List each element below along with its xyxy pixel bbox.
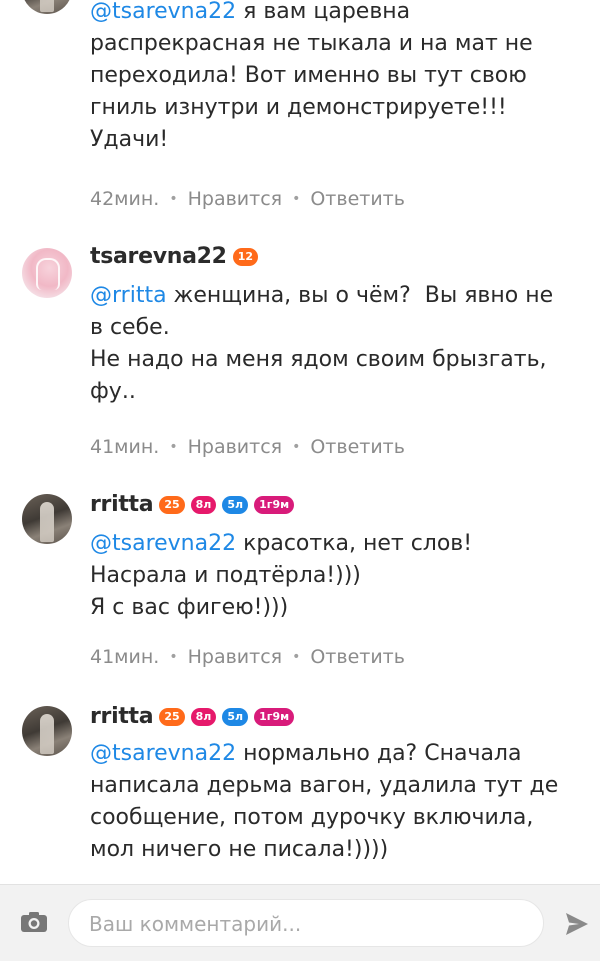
reply-button[interactable]: Ответить [310, 646, 405, 668]
badge: 5л [222, 707, 249, 726]
send-icon[interactable] [564, 911, 590, 937]
separator-dot: • [292, 649, 301, 665]
like-button[interactable]: Нравится [188, 188, 282, 210]
level-badge: 12 [232, 247, 259, 266]
comment-meta: 41мин. • Нравится • Ответить [90, 646, 405, 668]
separator-dot: • [169, 649, 178, 665]
comment-meta: 42мин. • Нравится • Ответить [90, 188, 405, 210]
camera-icon[interactable] [20, 911, 48, 933]
comment-text: @tsarevna22 нормально да? Сначала написа… [90, 738, 590, 866]
badge: 1г9м [254, 495, 295, 514]
comment-text: @tsarevna22 красотка, нет слов! Насрала … [90, 528, 590, 624]
comment-header: rritta 25 8л 5л 1г9м [90, 492, 295, 517]
mention-link[interactable]: @rritta [90, 283, 167, 308]
level-badge: 25 [159, 707, 185, 726]
comment-header: tsarevna22 12 [90, 244, 259, 269]
avatar[interactable] [22, 248, 72, 298]
separator-dot: • [292, 191, 301, 207]
separator-dot: • [292, 439, 301, 455]
comment-composer [0, 884, 600, 961]
mention-link[interactable]: @tsarevna22 [90, 0, 236, 24]
avatar[interactable] [22, 0, 72, 14]
comment-text: @tsarevna22 я вам царевна распрекрасная … [90, 0, 590, 156]
mention-link[interactable]: @tsarevna22 [90, 531, 236, 556]
separator-dot: • [169, 439, 178, 455]
badge: 8л [190, 707, 217, 726]
comment-input-container[interactable] [68, 899, 544, 948]
comment-text: @rritta женщина, вы о чём? Вы явно не в … [90, 280, 590, 408]
reply-button[interactable]: Ответить [310, 436, 405, 458]
comment-feed: @tsarevna22 я вам царевна распрекрасная … [0, 0, 600, 884]
mention-link[interactable]: @tsarevna22 [90, 741, 236, 766]
like-button[interactable]: Нравится [188, 646, 282, 668]
username[interactable]: rritta [90, 492, 154, 517]
badge: 5л [222, 495, 249, 514]
comment-input[interactable] [87, 900, 531, 948]
comment-time: 42мин. [90, 188, 160, 210]
badge: 8л [190, 495, 217, 514]
avatar[interactable] [22, 494, 72, 544]
comment-meta: 41мин. • Нравится • Ответить [90, 436, 405, 458]
badge: 1г9м [254, 707, 295, 726]
comment-header: rritta 25 8л 5л 1г9м [90, 704, 295, 729]
comment-time: 41мин. [90, 436, 160, 458]
avatar[interactable] [22, 706, 72, 756]
separator-dot: • [169, 191, 178, 207]
level-badge: 25 [159, 495, 185, 514]
username[interactable]: rritta [90, 704, 154, 729]
like-button[interactable]: Нравится [188, 436, 282, 458]
reply-button[interactable]: Ответить [310, 188, 405, 210]
username[interactable]: tsarevna22 [90, 244, 227, 269]
comment-time: 41мин. [90, 646, 160, 668]
